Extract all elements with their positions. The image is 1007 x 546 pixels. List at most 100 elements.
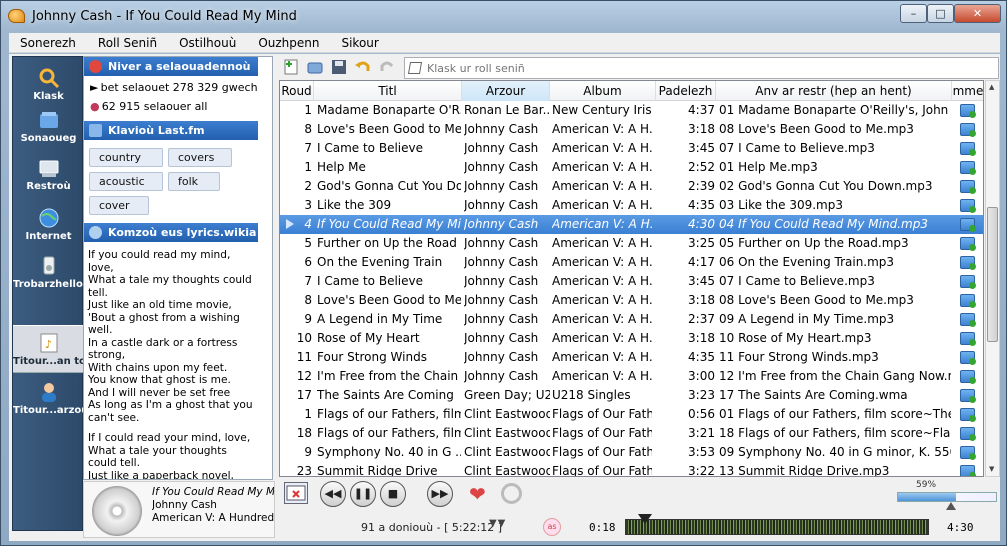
- table-row[interactable]: 9 Symphony No. 40 in G ... Clint Eastwood F…: [280, 443, 983, 462]
- cell-len: 3:00: [688, 369, 715, 383]
- cell-len: 3:45: [688, 274, 715, 288]
- table-row[interactable]: 8 Love's Been Good to Me Johnny Cash Americ…: [280, 291, 983, 310]
- cell-file: 11 Four Strong Winds.mp3: [719, 350, 879, 364]
- cell-artist: Johnny Cash: [464, 293, 539, 307]
- close-button[interactable]: ✕: [954, 4, 1001, 23]
- undo-icon[interactable]: [354, 58, 372, 76]
- search-input[interactable]: [427, 60, 987, 76]
- volume-track[interactable]: [897, 492, 997, 502]
- cell-n: 8: [304, 293, 312, 307]
- tag-country[interactable]: country: [89, 148, 163, 167]
- cell-file: 07 I Came to Believe.mp3: [719, 141, 875, 155]
- tag-folk[interactable]: folk: [168, 172, 220, 191]
- table-row[interactable]: 10 Rose of My Heart Johnny Cash American V:…: [280, 329, 983, 348]
- table-row[interactable]: 9 A Legend in My Time Johnny Cash American …: [280, 310, 983, 329]
- scroll-up-icon[interactable]: ▲: [989, 83, 994, 91]
- cell-artist: Johnny Cash: [464, 331, 539, 345]
- table-row[interactable]: 7 I Came to Believe Johnny Cash American V:…: [280, 139, 983, 158]
- scroll-down-icon[interactable]: ▼: [989, 465, 994, 473]
- cell-file: 01 Flags of our Fathers, film score~The …: [719, 407, 951, 421]
- table-row[interactable]: 1 Help Me Johnny Cash American V: A H... 2:5…: [280, 158, 983, 177]
- table-row[interactable]: 2 God's Gonna Cut You Do... Johnny Cash Ame…: [280, 177, 983, 196]
- col-album[interactable]: Album: [550, 81, 656, 101]
- lyrics-line: 'Bout a ghost from a wishing well.: [88, 311, 240, 337]
- table-row[interactable]: 1 Flags of our Fathers, film...Clint East…: [280, 405, 983, 424]
- col-track[interactable]: Roud: [280, 81, 314, 101]
- cell-album: American V: A H...: [552, 160, 652, 174]
- tag-acoustic[interactable]: acoustic: [89, 172, 163, 191]
- lyrics-line: As long as I'm a ghost that you can't se…: [88, 399, 253, 424]
- next-button[interactable]: ▶▶: [427, 481, 453, 507]
- table-row[interactable]: 12 I'm Free from the Chain ... Johnny Cash…: [280, 367, 983, 386]
- cell-artist: Clint Eastwood: [464, 464, 550, 477]
- cell-len: 3:18: [688, 122, 715, 136]
- cell-title: A Legend in My Time: [317, 312, 443, 326]
- table-row[interactable]: 18 Flags of our Fathers, film...Clint Eas…: [280, 424, 983, 443]
- love-icon[interactable]: ❤: [469, 484, 486, 504]
- minimize-button[interactable]: –: [900, 4, 927, 23]
- playlist-table[interactable]: Roud Titl Arzour Album Padelezh Anv ar r…: [279, 80, 984, 477]
- volume-knob[interactable]: [946, 502, 956, 510]
- menu-playlist[interactable]: Roll Seniñ: [87, 33, 168, 53]
- previous-button[interactable]: ◀◀: [320, 481, 346, 507]
- lyrics-icon: [89, 226, 102, 239]
- table-row[interactable]: 23 Summit Ridge Drive Clint Eastwood Flags …: [280, 462, 983, 477]
- table-row[interactable]: 3 Like the 309 Johnny Cash American V: A H.…: [280, 196, 983, 215]
- clear-playlist-button[interactable]: [284, 482, 308, 504]
- playlist-search[interactable]: [404, 57, 999, 79]
- redo-icon[interactable]: [378, 58, 396, 76]
- table-row[interactable]: 5 Further on Up the Road Johnny Cash Americ…: [280, 234, 983, 253]
- tag-covers[interactable]: covers: [168, 148, 232, 167]
- menu-tools[interactable]: Ostilhouù: [168, 33, 247, 53]
- cell-file: 01 Madame Bonaparte O'Reilly's, John Br.…: [719, 103, 951, 117]
- col-length[interactable]: Padelezh: [656, 81, 716, 101]
- repeat-shuffle-menu[interactable]: ▼ ▼: [489, 518, 523, 536]
- save-playlist-icon[interactable]: [330, 58, 348, 76]
- cell-title: On the Evening Train: [317, 255, 443, 269]
- stop-button[interactable]: ■: [380, 481, 406, 507]
- tag-cover[interactable]: cover: [89, 196, 149, 215]
- menu-help[interactable]: Sikour: [330, 33, 389, 53]
- menu-music[interactable]: Sonerezh: [9, 33, 87, 53]
- maximize-button[interactable]: □: [927, 4, 954, 23]
- cell-len: 3:21: [688, 426, 715, 440]
- ban-icon[interactable]: [501, 483, 522, 504]
- cell-album: American V: A H...: [552, 198, 652, 212]
- cell-file: 17 The Saints Are Coming.wma: [719, 388, 908, 402]
- client-area: Klask Sonaoueg Restroù Internet Trobarzh…: [9, 54, 1000, 541]
- table-row[interactable]: 1 Madame Bonaparte O'R... Ronan Le Bar... N…: [280, 101, 983, 120]
- table-row[interactable]: 7 I Came to Believe Johnny Cash American V:…: [280, 272, 983, 291]
- col-artist[interactable]: Arzour: [462, 81, 550, 101]
- table-row[interactable]: 11 Four Strong Winds Johnny Cash American V…: [280, 348, 983, 367]
- nav-podcasts[interactable]: Trobarzhelloù: [13, 249, 84, 309]
- device-icon: [39, 160, 58, 177]
- scrobble-icon[interactable]: as: [543, 518, 561, 536]
- table-row[interactable]: 6 On the Evening Train Johnny Cash American…: [280, 253, 983, 272]
- col-title[interactable]: Titl: [314, 81, 462, 101]
- seek-handle[interactable]: [638, 514, 653, 524]
- cell-len: 3:23: [688, 388, 715, 402]
- table-row-selected[interactable]: 4 If You Could Read My Mi... Johnny Cash Am…: [280, 215, 983, 234]
- seek-bar[interactable]: [625, 519, 929, 535]
- volume-slider[interactable]: 59%: [894, 480, 998, 512]
- table-row[interactable]: 8 Love's Been Good to Me Johnny Cash Americ…: [280, 120, 983, 139]
- title-bar[interactable]: Johnny Cash - If You Could Read My Mind …: [1, 1, 1006, 33]
- cell-n: 1: [304, 160, 312, 174]
- nav-artist-info[interactable]: Titour...arzour: [13, 375, 84, 435]
- cell-title: Love's Been Good to Me: [317, 122, 461, 136]
- nav-song-info[interactable]: ♪ Titour...an ton: [13, 325, 84, 373]
- repeat-icon: ▼ ▼: [489, 518, 506, 529]
- col-filename[interactable]: Anv ar restr (hep an hent): [716, 81, 952, 101]
- pause-icon: ❚❚: [353, 487, 373, 500]
- col-source[interactable]: mme: [952, 81, 983, 101]
- playlist-scrollbar[interactable]: ▲ ▼: [985, 80, 1000, 477]
- pause-button[interactable]: ❚❚: [350, 481, 376, 507]
- load-playlist-icon[interactable]: [306, 58, 324, 76]
- new-playlist-icon[interactable]: [282, 58, 300, 76]
- menu-extras[interactable]: Ouzhpenn: [247, 33, 330, 53]
- table-row[interactable]: 17 The Saints Are Coming Green Day; U2 U218…: [280, 386, 983, 405]
- cell-album: Flags of Our Fath...: [552, 445, 652, 459]
- cell-file: 03 Like the 309.mp3: [719, 198, 843, 212]
- now-playing-widget: If You Could Read My Mir Johnny Cash Ame…: [83, 481, 275, 538]
- playlist-scroll-thumb[interactable]: [987, 207, 998, 342]
